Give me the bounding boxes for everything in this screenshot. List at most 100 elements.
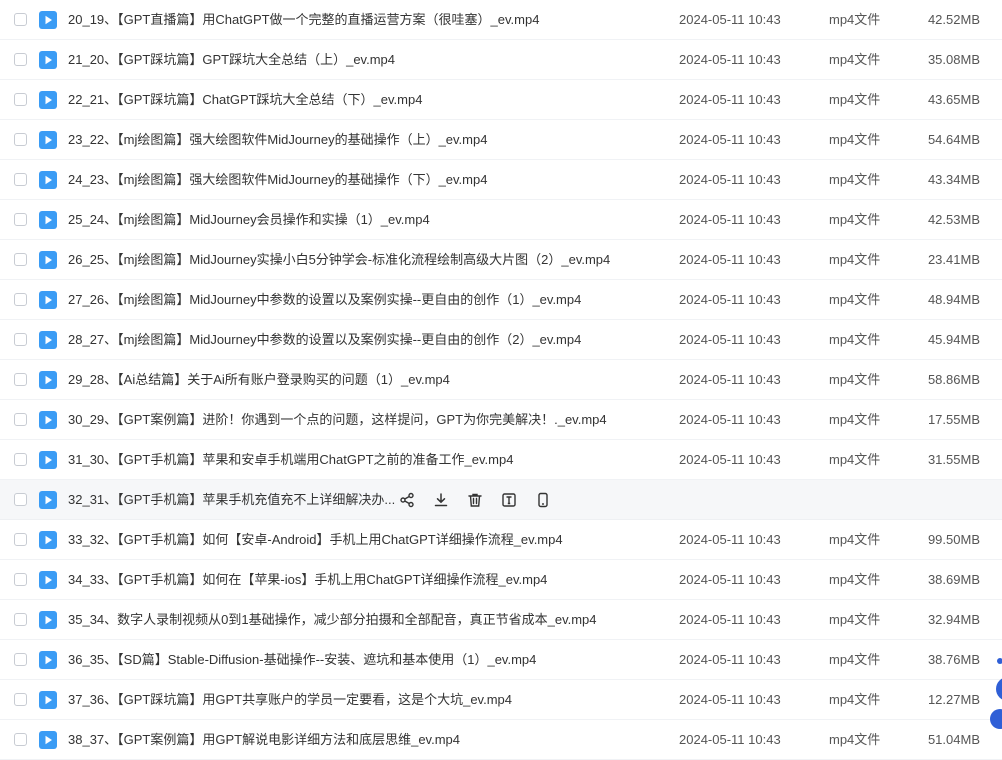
file-date: 2024-05-11 10:43: [679, 332, 781, 347]
table-row[interactable]: 37_36、【GPT踩坑篇】用GPT共享账户的学员一定要看，这是个大坑_ev.m…: [0, 680, 1002, 720]
table-row[interactable]: 33_32、【GPT手机篇】如何【安卓-Android】手机上用ChatGPT详…: [0, 520, 1002, 560]
file-size: 45.94MB: [927, 332, 980, 347]
row-checkbox[interactable]: [14, 213, 27, 226]
row-checkbox[interactable]: [14, 573, 27, 586]
download-icon[interactable]: [430, 490, 452, 510]
file-type: mp4文件: [829, 572, 881, 587]
table-row[interactable]: 35_34、数字人录制视频从0到1基础操作，减少部分拍摄和全部配音，真正节省成本…: [0, 600, 1002, 640]
file-date: 2024-05-11 10:43: [679, 372, 781, 387]
file-date: 2024-05-11 10:43: [679, 612, 781, 627]
file-name[interactable]: 21_20、【GPT踩坑篇】GPT踩坑大全总结（上）_ev.mp4: [68, 40, 395, 80]
file-type: mp4文件: [829, 172, 881, 187]
file-name[interactable]: 24_23、【mj绘图篇】强大绘图软件MidJourney的基础操作（下）_ev…: [68, 160, 487, 200]
file-name[interactable]: 35_34、数字人录制视频从0到1基础操作，减少部分拍摄和全部配音，真正节省成本…: [68, 600, 597, 640]
file-name[interactable]: 37_36、【GPT踩坑篇】用GPT共享账户的学员一定要看，这是个大坑_ev.m…: [68, 680, 512, 720]
file-size: 42.52MB: [927, 12, 980, 27]
row-checkbox[interactable]: [14, 693, 27, 706]
share-icon[interactable]: [396, 490, 418, 510]
video-file-icon: [39, 411, 57, 429]
video-file-icon: [39, 171, 57, 189]
file-date: 2024-05-11 10:43: [679, 92, 781, 107]
file-size: 38.76MB: [927, 652, 980, 667]
file-name[interactable]: 29_28、【Ai总结篇】关于Ai所有账户登录购买的问题（1）_ev.mp4: [68, 360, 450, 400]
file-name[interactable]: 30_29、【GPT案例篇】进阶！你遇到一个点的问题，这样提问，GPT为你完美解…: [68, 400, 607, 440]
rename-icon[interactable]: [498, 490, 520, 510]
file-name[interactable]: 27_26、【mj绘图篇】MidJourney中参数的设置以及案例实操--更自由…: [68, 280, 581, 320]
row-checkbox[interactable]: [14, 533, 27, 546]
row-actions: [396, 490, 554, 510]
file-type: mp4文件: [829, 252, 881, 267]
file-date: 2024-05-11 10:43: [679, 12, 781, 27]
table-row[interactable]: 28_27、【mj绘图篇】MidJourney中参数的设置以及案例实操--更自由…: [0, 320, 1002, 360]
file-date: 2024-05-11 10:43: [679, 452, 781, 467]
row-checkbox[interactable]: [14, 133, 27, 146]
file-name[interactable]: 20_19、【GPT直播篇】用ChatGPT做一个完整的直播运营方案（很哇塞）_…: [68, 0, 539, 40]
video-file-icon: [39, 291, 57, 309]
row-checkbox[interactable]: [14, 253, 27, 266]
file-type: mp4文件: [829, 532, 881, 547]
table-row[interactable]: 29_28、【Ai总结篇】关于Ai所有账户登录购买的问题（1）_ev.mp4 20…: [0, 360, 1002, 400]
row-checkbox[interactable]: [14, 653, 27, 666]
file-name[interactable]: 34_33、【GPT手机篇】如何在【苹果-ios】手机上用ChatGPT详细操作…: [68, 560, 547, 600]
row-checkbox[interactable]: [14, 333, 27, 346]
file-date: 2024-05-11 10:43: [679, 212, 781, 227]
table-row[interactable]: 24_23、【mj绘图篇】强大绘图软件MidJourney的基础操作（下）_ev…: [0, 160, 1002, 200]
file-name[interactable]: 33_32、【GPT手机篇】如何【安卓-Android】手机上用ChatGPT详…: [68, 520, 563, 560]
table-row[interactable]: 21_20、【GPT踩坑篇】GPT踩坑大全总结（上）_ev.mp4 2024-05…: [0, 40, 1002, 80]
file-name[interactable]: 31_30、【GPT手机篇】苹果和安卓手机端用ChatGPT之前的准备工作_ev…: [68, 440, 513, 480]
table-row[interactable]: 25_24、【mj绘图篇】MidJourney会员操作和实操（1）_ev.mp4…: [0, 200, 1002, 240]
row-checkbox[interactable]: [14, 173, 27, 186]
table-row[interactable]: 27_26、【mj绘图篇】MidJourney中参数的设置以及案例实操--更自由…: [0, 280, 1002, 320]
table-row[interactable]: 30_29、【GPT案例篇】进阶！你遇到一个点的问题，这样提问，GPT为你完美解…: [0, 400, 1002, 440]
video-file-icon: [39, 51, 57, 69]
file-type: mp4文件: [829, 612, 881, 627]
file-type: mp4文件: [829, 732, 881, 747]
row-checkbox[interactable]: [14, 53, 27, 66]
file-type: mp4文件: [829, 412, 881, 427]
row-checkbox[interactable]: [14, 293, 27, 306]
floating-widget-dot[interactable]: [997, 658, 1002, 664]
video-file-icon: [39, 131, 57, 149]
file-name[interactable]: 22_21、【GPT踩坑篇】ChatGPT踩坑大全总结（下）_ev.mp4: [68, 80, 422, 120]
table-row[interactable]: 23_22、【mj绘图篇】强大绘图软件MidJourney的基础操作（上）_ev…: [0, 120, 1002, 160]
delete-icon[interactable]: [464, 490, 486, 510]
file-date: 2024-05-11 10:43: [679, 692, 781, 707]
file-name[interactable]: 23_22、【mj绘图篇】强大绘图软件MidJourney的基础操作（上）_ev…: [68, 120, 487, 160]
row-checkbox[interactable]: [14, 453, 27, 466]
file-type: mp4文件: [829, 372, 881, 387]
file-size: 12.27MB: [927, 692, 980, 707]
table-row[interactable]: 26_25、【mj绘图篇】MidJourney实操小白5分钟学会-标准化流程绘制…: [0, 240, 1002, 280]
row-checkbox[interactable]: [14, 13, 27, 26]
table-row[interactable]: 36_35、【SD篇】Stable-Diffusion-基础操作--安装、遮坑和…: [0, 640, 1002, 680]
video-file-icon: [39, 371, 57, 389]
row-checkbox[interactable]: [14, 733, 27, 746]
file-name[interactable]: 32_31、【GPT手机篇】苹果手机充值充不上详细解决办...: [68, 480, 395, 520]
row-checkbox[interactable]: [14, 373, 27, 386]
row-checkbox[interactable]: [14, 413, 27, 426]
file-size: 32.94MB: [927, 612, 980, 627]
file-name[interactable]: 26_25、【mj绘图篇】MidJourney实操小白5分钟学会-标准化流程绘制…: [68, 240, 610, 280]
table-row[interactable]: 31_30、【GPT手机篇】苹果和安卓手机端用ChatGPT之前的准备工作_ev…: [0, 440, 1002, 480]
table-row[interactable]: 34_33、【GPT手机篇】如何在【苹果-ios】手机上用ChatGPT详细操作…: [0, 560, 1002, 600]
phone-icon[interactable]: [532, 490, 554, 510]
file-date: 2024-05-11 10:43: [679, 572, 781, 587]
table-row-hovered[interactable]: 32_31、【GPT手机篇】苹果手机充值充不上详细解决办...: [0, 480, 1002, 520]
video-file-icon: [39, 491, 57, 509]
file-name[interactable]: 36_35、【SD篇】Stable-Diffusion-基础操作--安装、遮坑和…: [68, 640, 536, 680]
table-row[interactable]: 22_21、【GPT踩坑篇】ChatGPT踩坑大全总结（下）_ev.mp4 202…: [0, 80, 1002, 120]
row-checkbox[interactable]: [14, 613, 27, 626]
file-date: 2024-05-11 10:43: [679, 172, 781, 187]
file-name[interactable]: 25_24、【mj绘图篇】MidJourney会员操作和实操（1）_ev.mp4: [68, 200, 430, 240]
table-row[interactable]: 20_19、【GPT直播篇】用ChatGPT做一个完整的直播运营方案（很哇塞）_…: [0, 0, 1002, 40]
file-name[interactable]: 28_27、【mj绘图篇】MidJourney中参数的设置以及案例实操--更自由…: [68, 320, 581, 360]
row-checkbox[interactable]: [14, 93, 27, 106]
file-type: mp4文件: [829, 52, 881, 67]
file-name[interactable]: 38_37、【GPT案例篇】用GPT解说电影详细方法和底层思维_ev.mp4: [68, 720, 460, 760]
file-type: mp4文件: [829, 212, 881, 227]
row-checkbox[interactable]: [14, 493, 27, 506]
file-type: mp4文件: [829, 92, 881, 107]
file-type: mp4文件: [829, 652, 881, 667]
table-row[interactable]: 38_37、【GPT案例篇】用GPT解说电影详细方法和底层思维_ev.mp4 20…: [0, 720, 1002, 760]
file-date: 2024-05-11 10:43: [679, 52, 781, 67]
file-size: 43.34MB: [927, 172, 980, 187]
